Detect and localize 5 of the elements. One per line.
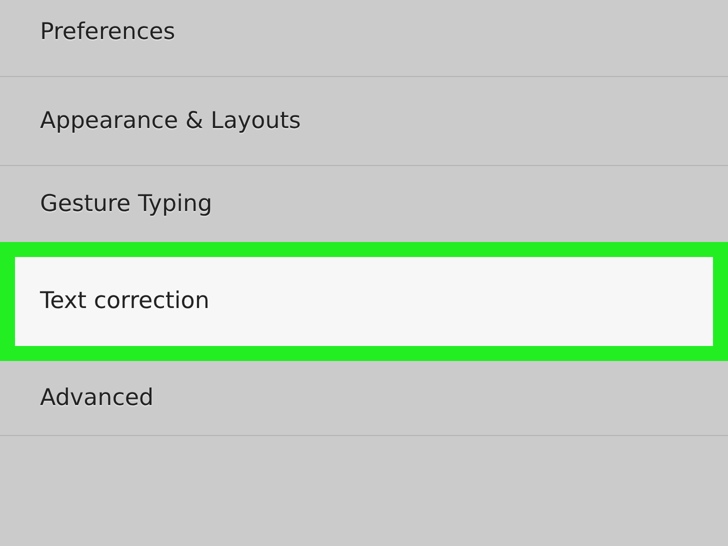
settings-item[interactable]: Advanced <box>0 361 728 436</box>
settings-item[interactable]: Preferences <box>0 0 728 77</box>
settings-item[interactable]: Gesture Typing <box>0 166 728 242</box>
settings-item[interactable]: Text correction <box>15 257 713 346</box>
settings-item[interactable]: Appearance & Layouts <box>0 77 728 166</box>
